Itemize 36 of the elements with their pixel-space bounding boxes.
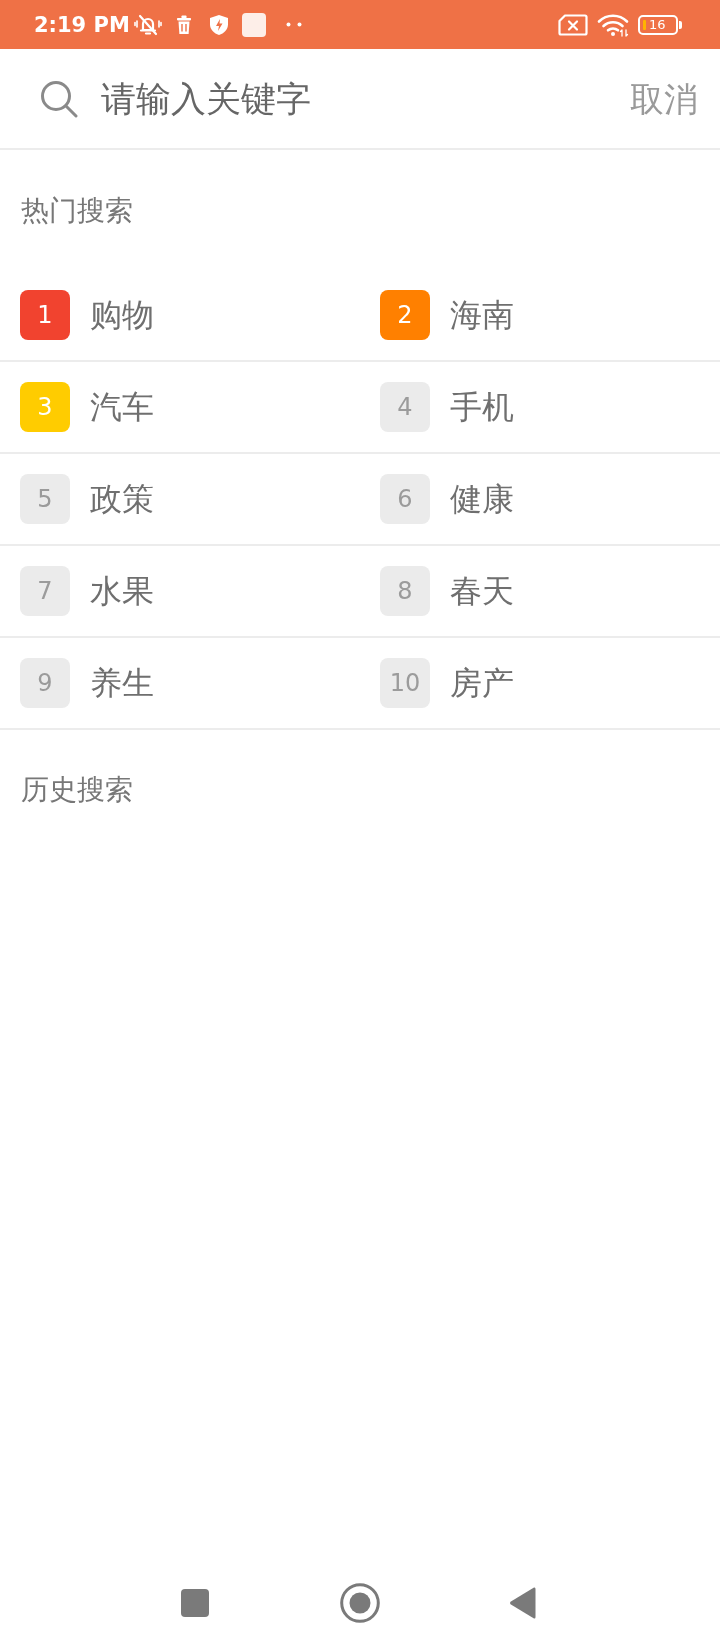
square-icon	[241, 12, 266, 37]
hot-search-term[interactable]: 海南	[450, 295, 514, 335]
hot-search-term[interactable]: 水果	[90, 571, 154, 611]
hot-search-term[interactable]: 养生	[90, 663, 154, 703]
hot-search-term[interactable]: 政策	[90, 479, 154, 519]
hot-search-term[interactable]: 购物	[90, 295, 154, 335]
back-icon[interactable]	[509, 1586, 536, 1620]
rank-badge: 8	[380, 566, 430, 616]
shield-bolt-icon	[208, 13, 229, 36]
trash-icon	[175, 14, 192, 35]
section-title: 热门搜索	[20, 193, 134, 229]
hot-search-term[interactable]: 手机	[450, 387, 514, 427]
rank-badge: 4	[380, 382, 430, 432]
search-icon[interactable]	[40, 79, 78, 118]
hot-search-term[interactable]: 春天	[450, 571, 514, 611]
cancel-button[interactable]: 取消	[630, 74, 698, 123]
rank-badge: 5	[20, 474, 70, 524]
sim-card-x-icon	[558, 13, 588, 36]
rank-badge: 1	[20, 290, 70, 340]
hot-search-term[interactable]: 房产	[450, 663, 514, 703]
home-circle-icon[interactable]	[340, 1583, 380, 1623]
rank-badge: 6	[380, 474, 430, 524]
section-title: 历史搜索	[20, 772, 134, 808]
rank-badge: 9	[20, 658, 70, 708]
search-field[interactable]: 请输入关键字	[101, 73, 630, 124]
rank-badge: 2	[380, 290, 430, 340]
rank-badge: 3	[20, 382, 70, 432]
rank-badge: 10	[380, 658, 430, 708]
rank-badge: 7	[20, 566, 70, 616]
muted-bell-icon	[133, 12, 162, 37]
status-time: 2:19 PM	[34, 12, 130, 37]
wifi-icon	[597, 12, 629, 37]
battery-percent: 16	[649, 17, 666, 32]
hot-search-term[interactable]: 汽车	[90, 387, 154, 427]
hot-search-term[interactable]: 健康	[450, 479, 514, 519]
dots-icon	[285, 22, 302, 27]
